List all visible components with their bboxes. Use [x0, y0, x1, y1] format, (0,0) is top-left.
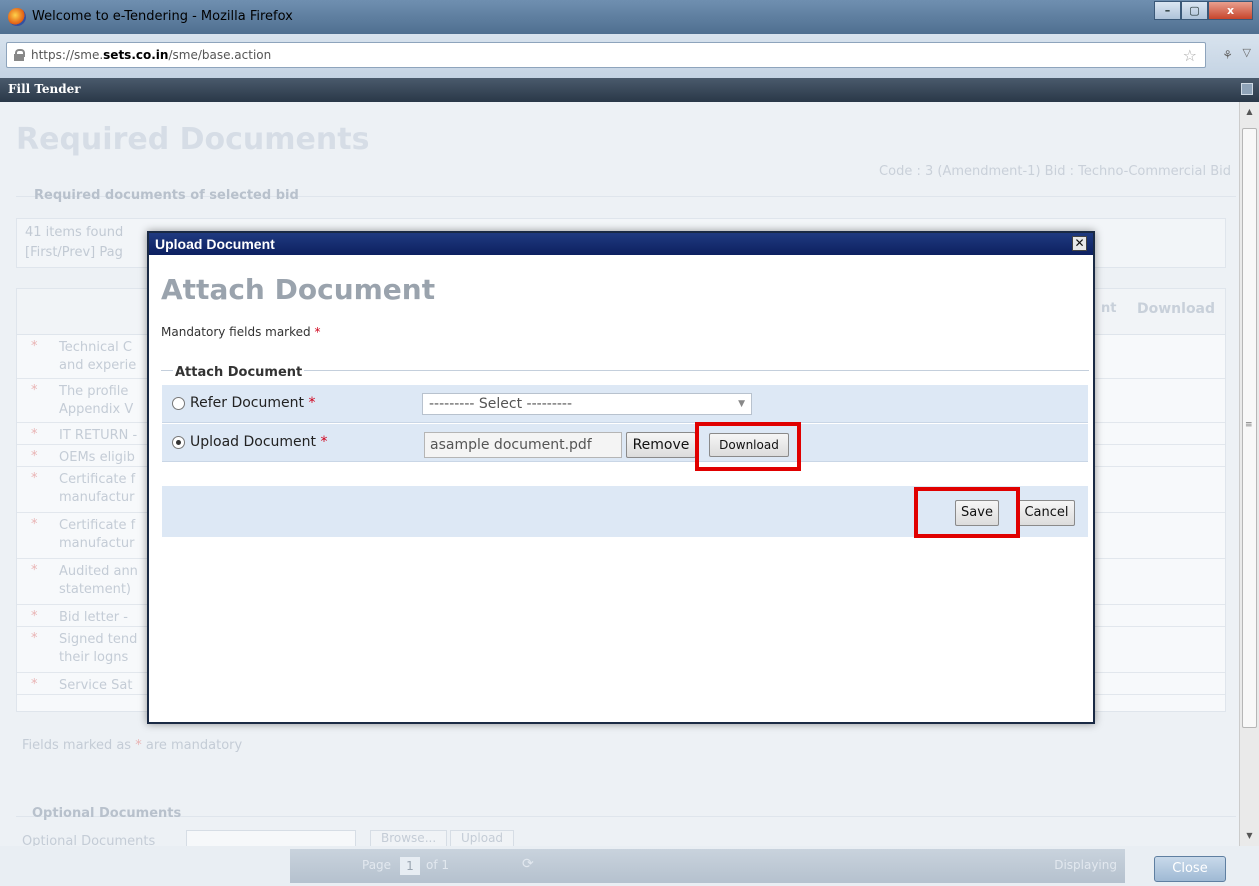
- items-found-text: 41 items found: [25, 225, 124, 240]
- bottom-bar: Page 1 of 1 ⟳ Displaying Close: [0, 846, 1259, 886]
- url-path: /sme/base.action: [168, 48, 272, 62]
- optional-file-input[interactable]: [186, 830, 356, 846]
- upload-button[interactable]: Upload: [450, 830, 515, 846]
- required-marker: *: [31, 563, 38, 578]
- chevron-down-icon[interactable]: ▽: [1243, 46, 1251, 59]
- required-marker: *: [31, 677, 38, 692]
- browser-window-title: Welcome to e-Tendering - Mozilla Firefox: [32, 9, 293, 24]
- required-marker: *: [31, 383, 38, 398]
- browse-button[interactable]: Browse...: [370, 830, 448, 846]
- firefox-icon: [8, 8, 26, 26]
- required-marker: *: [308, 395, 316, 411]
- required-marker: *: [314, 325, 321, 339]
- header-download: Download: [1137, 301, 1216, 317]
- mandatory-note: Mandatory fields marked *: [161, 325, 320, 339]
- dialog-titlebar: Upload Document ✕: [149, 233, 1093, 255]
- row-text: Audited ann statement): [59, 564, 138, 597]
- url-prefix: https://sme.: [31, 48, 104, 62]
- page-of-label: of 1: [426, 858, 450, 872]
- fields-note-suffix: are mandatory: [145, 738, 243, 753]
- bookmark-star-icon[interactable]: ☆: [1183, 46, 1197, 65]
- row-text: The profile Appendix V: [59, 384, 134, 417]
- fill-tender-title: Fill Tender: [8, 82, 81, 96]
- cancel-button[interactable]: Cancel: [1018, 500, 1075, 526]
- refer-document-radio[interactable]: [172, 397, 185, 410]
- upload-document-label-text: Upload Document: [190, 434, 317, 450]
- mandatory-note-text: Mandatory fields marked: [161, 325, 311, 339]
- optional-divider: [16, 816, 1236, 817]
- maximize-button[interactable]: ▢: [1181, 1, 1208, 20]
- required-marker: *: [135, 738, 142, 753]
- optional-documents-title: Optional Documents: [32, 806, 182, 821]
- row-text: OEMs eligib: [59, 450, 135, 465]
- upload-document-label: Upload Document *: [190, 434, 328, 450]
- restore-icon[interactable]: [1241, 83, 1253, 95]
- scroll-grip-icon: ≡: [1245, 420, 1253, 430]
- pagination-toolbar: Page 1 of 1 ⟳ Displaying: [290, 849, 1125, 883]
- fieldset-legend: Attach Document: [173, 365, 305, 380]
- required-marker: *: [31, 631, 38, 646]
- page-number-input[interactable]: 1: [400, 857, 420, 875]
- page-label: Page: [362, 858, 392, 872]
- row-text: Certificate f manufactur: [59, 472, 136, 505]
- address-bar[interactable]: https://sme.sets.co.in/sme/base.action ☆: [6, 42, 1206, 68]
- refer-document-label: Refer Document *: [190, 395, 315, 411]
- scroll-down-icon[interactable]: ▼: [1240, 828, 1259, 844]
- optional-documents-label: Optional Documents: [22, 834, 156, 846]
- remove-button[interactable]: Remove: [626, 432, 696, 458]
- attach-document-heading: Attach Document: [161, 273, 436, 306]
- row-text: Technical C and experie: [59, 340, 137, 373]
- required-marker: *: [31, 427, 38, 442]
- header-document: nt: [1101, 301, 1117, 316]
- window-controls: – ▢ x: [1154, 1, 1253, 21]
- scroll-up-icon[interactable]: ▲: [1240, 104, 1259, 120]
- required-marker: *: [31, 471, 38, 486]
- required-marker: *: [31, 449, 38, 464]
- required-marker: *: [320, 434, 328, 450]
- refer-document-row: Refer Document * --------- Select ------…: [162, 385, 1088, 423]
- row-text: Bid letter -: [59, 610, 128, 625]
- required-documents-title: Required Documents: [16, 122, 370, 157]
- minimize-button[interactable]: –: [1154, 1, 1181, 20]
- chevron-down-icon: ▼: [738, 399, 745, 409]
- fields-note-prefix: Fields marked as: [22, 738, 132, 753]
- row-text: IT RETURN -: [59, 428, 138, 443]
- lock-icon: [14, 49, 25, 61]
- refer-document-select[interactable]: --------- Select --------- ▼: [422, 393, 752, 415]
- required-marker: *: [31, 517, 38, 532]
- dialog-close-icon[interactable]: ✕: [1072, 236, 1087, 251]
- bid-code-info: Code : 3 (Amendment-1) Bid : Techno-Comm…: [879, 164, 1231, 179]
- dialog-title: Upload Document: [155, 236, 275, 252]
- select-value: --------- Select ---------: [429, 396, 573, 412]
- save-highlight-box: [914, 487, 1020, 538]
- upload-document-radio[interactable]: [172, 436, 185, 449]
- browser-nav-bar: https://sme.sets.co.in/sme/base.action ☆…: [0, 34, 1259, 78]
- refresh-icon[interactable]: ⟳: [522, 856, 534, 872]
- displaying-text: Displaying: [1054, 858, 1117, 872]
- fill-tender-titlebar: Fill Tender: [0, 78, 1259, 102]
- mandatory-fields-note: Fields marked as * are mandatory: [22, 738, 242, 753]
- addon-icon[interactable]: ⚘: [1222, 48, 1233, 62]
- refer-document-label-text: Refer Document: [190, 395, 304, 411]
- required-marker: *: [31, 609, 38, 624]
- row-text: Signed tend their logns: [59, 632, 138, 665]
- uploaded-file-name: asample document.pdf: [424, 432, 622, 458]
- required-docs-section-title: Required documents of selected bid: [34, 188, 299, 203]
- pagination-links[interactable]: [First/Prev] Pag: [25, 245, 123, 260]
- upload-document-dialog: Upload Document ✕ Attach Document Mandat…: [147, 231, 1095, 724]
- url-domain: sets.co.in: [103, 48, 169, 62]
- address-url: https://sme.sets.co.in/sme/base.action: [31, 48, 271, 62]
- required-marker: *: [31, 339, 38, 354]
- vertical-scrollbar[interactable]: ▲ ≡ ▼: [1239, 102, 1259, 846]
- close-button[interactable]: Close: [1154, 856, 1226, 882]
- browser-title-bar: Welcome to e-Tendering - Mozilla Firefox…: [0, 0, 1259, 34]
- close-window-button[interactable]: x: [1208, 1, 1253, 20]
- download-highlight-box: [695, 422, 801, 471]
- row-text: Service Sat: [59, 678, 133, 693]
- upload-document-row: Upload Document * asample document.pdf R…: [162, 424, 1088, 462]
- row-text: Certificate f manufactur: [59, 518, 136, 551]
